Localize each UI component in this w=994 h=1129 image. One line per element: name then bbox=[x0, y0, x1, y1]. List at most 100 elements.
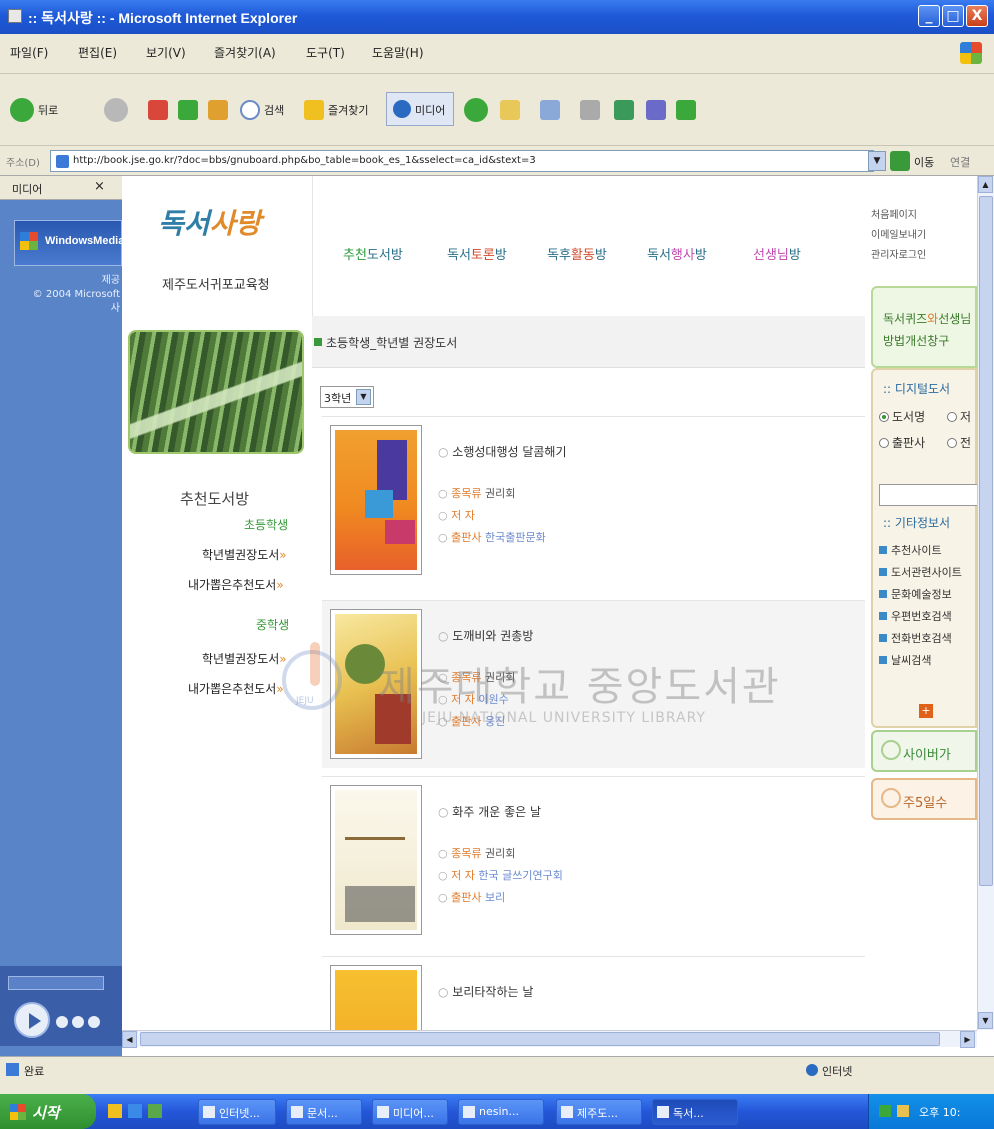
favorites-star-icon[interactable] bbox=[304, 100, 324, 120]
maximize-button[interactable]: □ bbox=[942, 5, 964, 27]
sidebar-item-elem-grade-books[interactable]: 학년별권장도서» bbox=[202, 546, 287, 563]
task-button[interactable]: 문서... bbox=[286, 1099, 362, 1125]
menu-help[interactable]: 도움말(H) bbox=[372, 44, 424, 61]
book-title[interactable]: 소행성대행성 달콤해기 bbox=[438, 443, 566, 460]
nav-discussion[interactable]: 독서토론방 bbox=[447, 244, 507, 263]
minimize-button[interactable]: _ bbox=[918, 5, 940, 27]
nav-teachers[interactable]: 선생님방 bbox=[753, 244, 801, 263]
nav-recommended[interactable]: 추천도서방 bbox=[343, 244, 403, 263]
media-progress[interactable] bbox=[8, 976, 104, 990]
book-title[interactable]: 보리타작하는 날 bbox=[438, 983, 533, 1000]
quick-link-admin[interactable]: 관리자로그인 bbox=[871, 246, 977, 266]
sidebar-item-mid-grade-books[interactable]: 학년별권장도서» bbox=[202, 650, 287, 667]
link-phone-search[interactable]: 전화번호검색 bbox=[879, 630, 952, 646]
sidebar-item-elementary[interactable]: 초등학생 bbox=[244, 516, 288, 533]
quick-link-email[interactable]: 이메일보내기 bbox=[871, 226, 977, 246]
link-postcode-search[interactable]: 우편번호검색 bbox=[879, 608, 952, 624]
book-card[interactable]: 화주 개운 좋은 날 종목류 권리회 저 자 한국 글쓰기연구회 출판사 보리 bbox=[322, 776, 865, 944]
quicklaunch-icon[interactable] bbox=[108, 1104, 122, 1118]
scroll-up-icon[interactable]: ▲ bbox=[978, 176, 993, 193]
link-culture-info[interactable]: 문화예술정보 bbox=[879, 586, 952, 602]
media-button[interactable]: 미디어 bbox=[386, 92, 454, 126]
quick-link-home[interactable]: 처음페이지 bbox=[871, 206, 977, 226]
edit-icon[interactable] bbox=[580, 100, 600, 120]
tray-volume-icon[interactable] bbox=[897, 1105, 909, 1117]
book-cover[interactable] bbox=[330, 785, 422, 935]
play-icon[interactable] bbox=[14, 1002, 50, 1038]
task-button[interactable]: nesin... bbox=[458, 1099, 544, 1125]
desktop-icon[interactable] bbox=[148, 1104, 162, 1118]
sidebar-item-mid-my-picks[interactable]: 내가뽑은추천도서» bbox=[188, 680, 284, 697]
book-cover[interactable] bbox=[330, 609, 422, 759]
ie-quicklaunch-icon[interactable] bbox=[128, 1104, 142, 1118]
cyber-banner[interactable]: 사이버가 bbox=[871, 730, 977, 772]
menu-file[interactable]: 파일(F) bbox=[10, 44, 48, 61]
expand-plus-icon[interactable]: + bbox=[919, 704, 933, 718]
task-button[interactable]: 인터넷... bbox=[198, 1099, 276, 1125]
link-recommended-sites[interactable]: 추천사이트 bbox=[879, 542, 942, 558]
sidebar-item-elem-my-picks[interactable]: 내가뽑은추천도서» bbox=[188, 576, 284, 593]
book-card[interactable]: 보리타작하는 날 bbox=[322, 956, 865, 1030]
horizontal-scroll-thumb[interactable] bbox=[140, 1032, 940, 1046]
print-icon[interactable] bbox=[540, 100, 560, 120]
book-cover[interactable] bbox=[330, 965, 422, 1030]
radio-author[interactable]: 저 bbox=[947, 408, 971, 425]
sidebar-item-middle[interactable]: 중학생 bbox=[256, 616, 289, 633]
close-button[interactable]: X bbox=[966, 5, 988, 27]
refresh-icon[interactable] bbox=[178, 100, 198, 120]
media-buttons[interactable] bbox=[56, 1016, 112, 1030]
research-icon[interactable] bbox=[676, 100, 696, 120]
scroll-right-icon[interactable]: ▶ bbox=[960, 1031, 975, 1048]
radio-title[interactable]: 도서명 bbox=[879, 408, 925, 425]
back-arrow-icon[interactable] bbox=[10, 98, 34, 122]
favorites-label[interactable]: 즐겨찾기 bbox=[328, 102, 368, 118]
forward-arrow-icon[interactable] bbox=[104, 98, 128, 122]
nav-activity[interactable]: 독후활동방 bbox=[547, 244, 607, 263]
messenger-icon[interactable] bbox=[646, 100, 666, 120]
go-arrow-icon[interactable] bbox=[890, 151, 910, 171]
link-weather-search[interactable]: 날씨검색 bbox=[879, 652, 931, 668]
library-search-input[interactable] bbox=[879, 484, 977, 506]
radio-publisher[interactable]: 출판사 bbox=[879, 434, 925, 451]
menu-favorites[interactable]: 즐겨찾기(A) bbox=[214, 44, 276, 61]
back-label[interactable]: 뒤로 bbox=[38, 102, 58, 118]
task-button-active[interactable]: 독서... bbox=[652, 1099, 738, 1125]
menu-edit[interactable]: 편집(E) bbox=[78, 44, 117, 61]
stop-icon[interactable] bbox=[148, 100, 168, 120]
go-button[interactable]: 이동 bbox=[914, 154, 934, 170]
scroll-down-icon[interactable]: ▼ bbox=[978, 1012, 993, 1029]
menu-tools[interactable]: 도구(T) bbox=[306, 44, 345, 61]
home-icon[interactable] bbox=[208, 100, 228, 120]
search-icon[interactable] bbox=[240, 100, 260, 120]
horizontal-scrollbar[interactable]: ◀ ▶ bbox=[122, 1030, 977, 1048]
history-icon[interactable] bbox=[464, 98, 488, 122]
close-pane-icon[interactable]: × bbox=[94, 179, 105, 194]
mail-icon[interactable] bbox=[500, 100, 520, 120]
tray-network-icon[interactable] bbox=[879, 1105, 891, 1117]
nav-events[interactable]: 독서행사방 bbox=[647, 244, 707, 263]
link-book-sites[interactable]: 도서관련사이트 bbox=[879, 564, 962, 580]
task-button[interactable]: 미디어... bbox=[372, 1099, 448, 1125]
grade-select[interactable]: 3학년 ▼ bbox=[320, 386, 374, 408]
book-card[interactable]: 소행성대행성 달콤해기 종목류 권리회 저 자 출판사 한국출판문화 bbox=[322, 416, 865, 584]
search-label[interactable]: 검색 bbox=[264, 102, 284, 118]
address-dropdown-icon[interactable]: ▼ bbox=[868, 151, 886, 171]
book-title[interactable]: 화주 개운 좋은 날 bbox=[438, 803, 541, 820]
scroll-left-icon[interactable]: ◀ bbox=[122, 1031, 137, 1048]
media-pane-header: 미디어 × bbox=[0, 176, 122, 200]
links-label[interactable]: 연결 bbox=[950, 154, 970, 170]
start-button[interactable]: 시작 bbox=[0, 1094, 96, 1129]
weekend-banner[interactable]: 주5일수 bbox=[871, 778, 977, 820]
quiz-banner[interactable]: 독서퀴즈와선생님 방법개선창구 bbox=[871, 286, 977, 368]
book-card[interactable]: 도깨비와 권총방 종목류 권리회 저 자 이원수 출판사 웅진 bbox=[322, 600, 865, 768]
book-title[interactable]: 도깨비와 권총방 bbox=[438, 627, 533, 644]
radio-all[interactable]: 전 bbox=[947, 434, 971, 451]
site-logo[interactable]: 독서사랑 제주도서귀포교육청 bbox=[122, 176, 312, 316]
discuss-icon[interactable] bbox=[614, 100, 634, 120]
address-input[interactable]: http://book.jse.go.kr/?doc=bbs/gnuboard.… bbox=[50, 150, 874, 172]
vertical-scroll-thumb[interactable] bbox=[979, 196, 993, 886]
book-cover[interactable] bbox=[330, 425, 422, 575]
menu-view[interactable]: 보기(V) bbox=[146, 44, 186, 61]
task-button[interactable]: 제주도... bbox=[556, 1099, 642, 1125]
vertical-scrollbar[interactable]: ▲ ▼ bbox=[977, 176, 994, 1030]
